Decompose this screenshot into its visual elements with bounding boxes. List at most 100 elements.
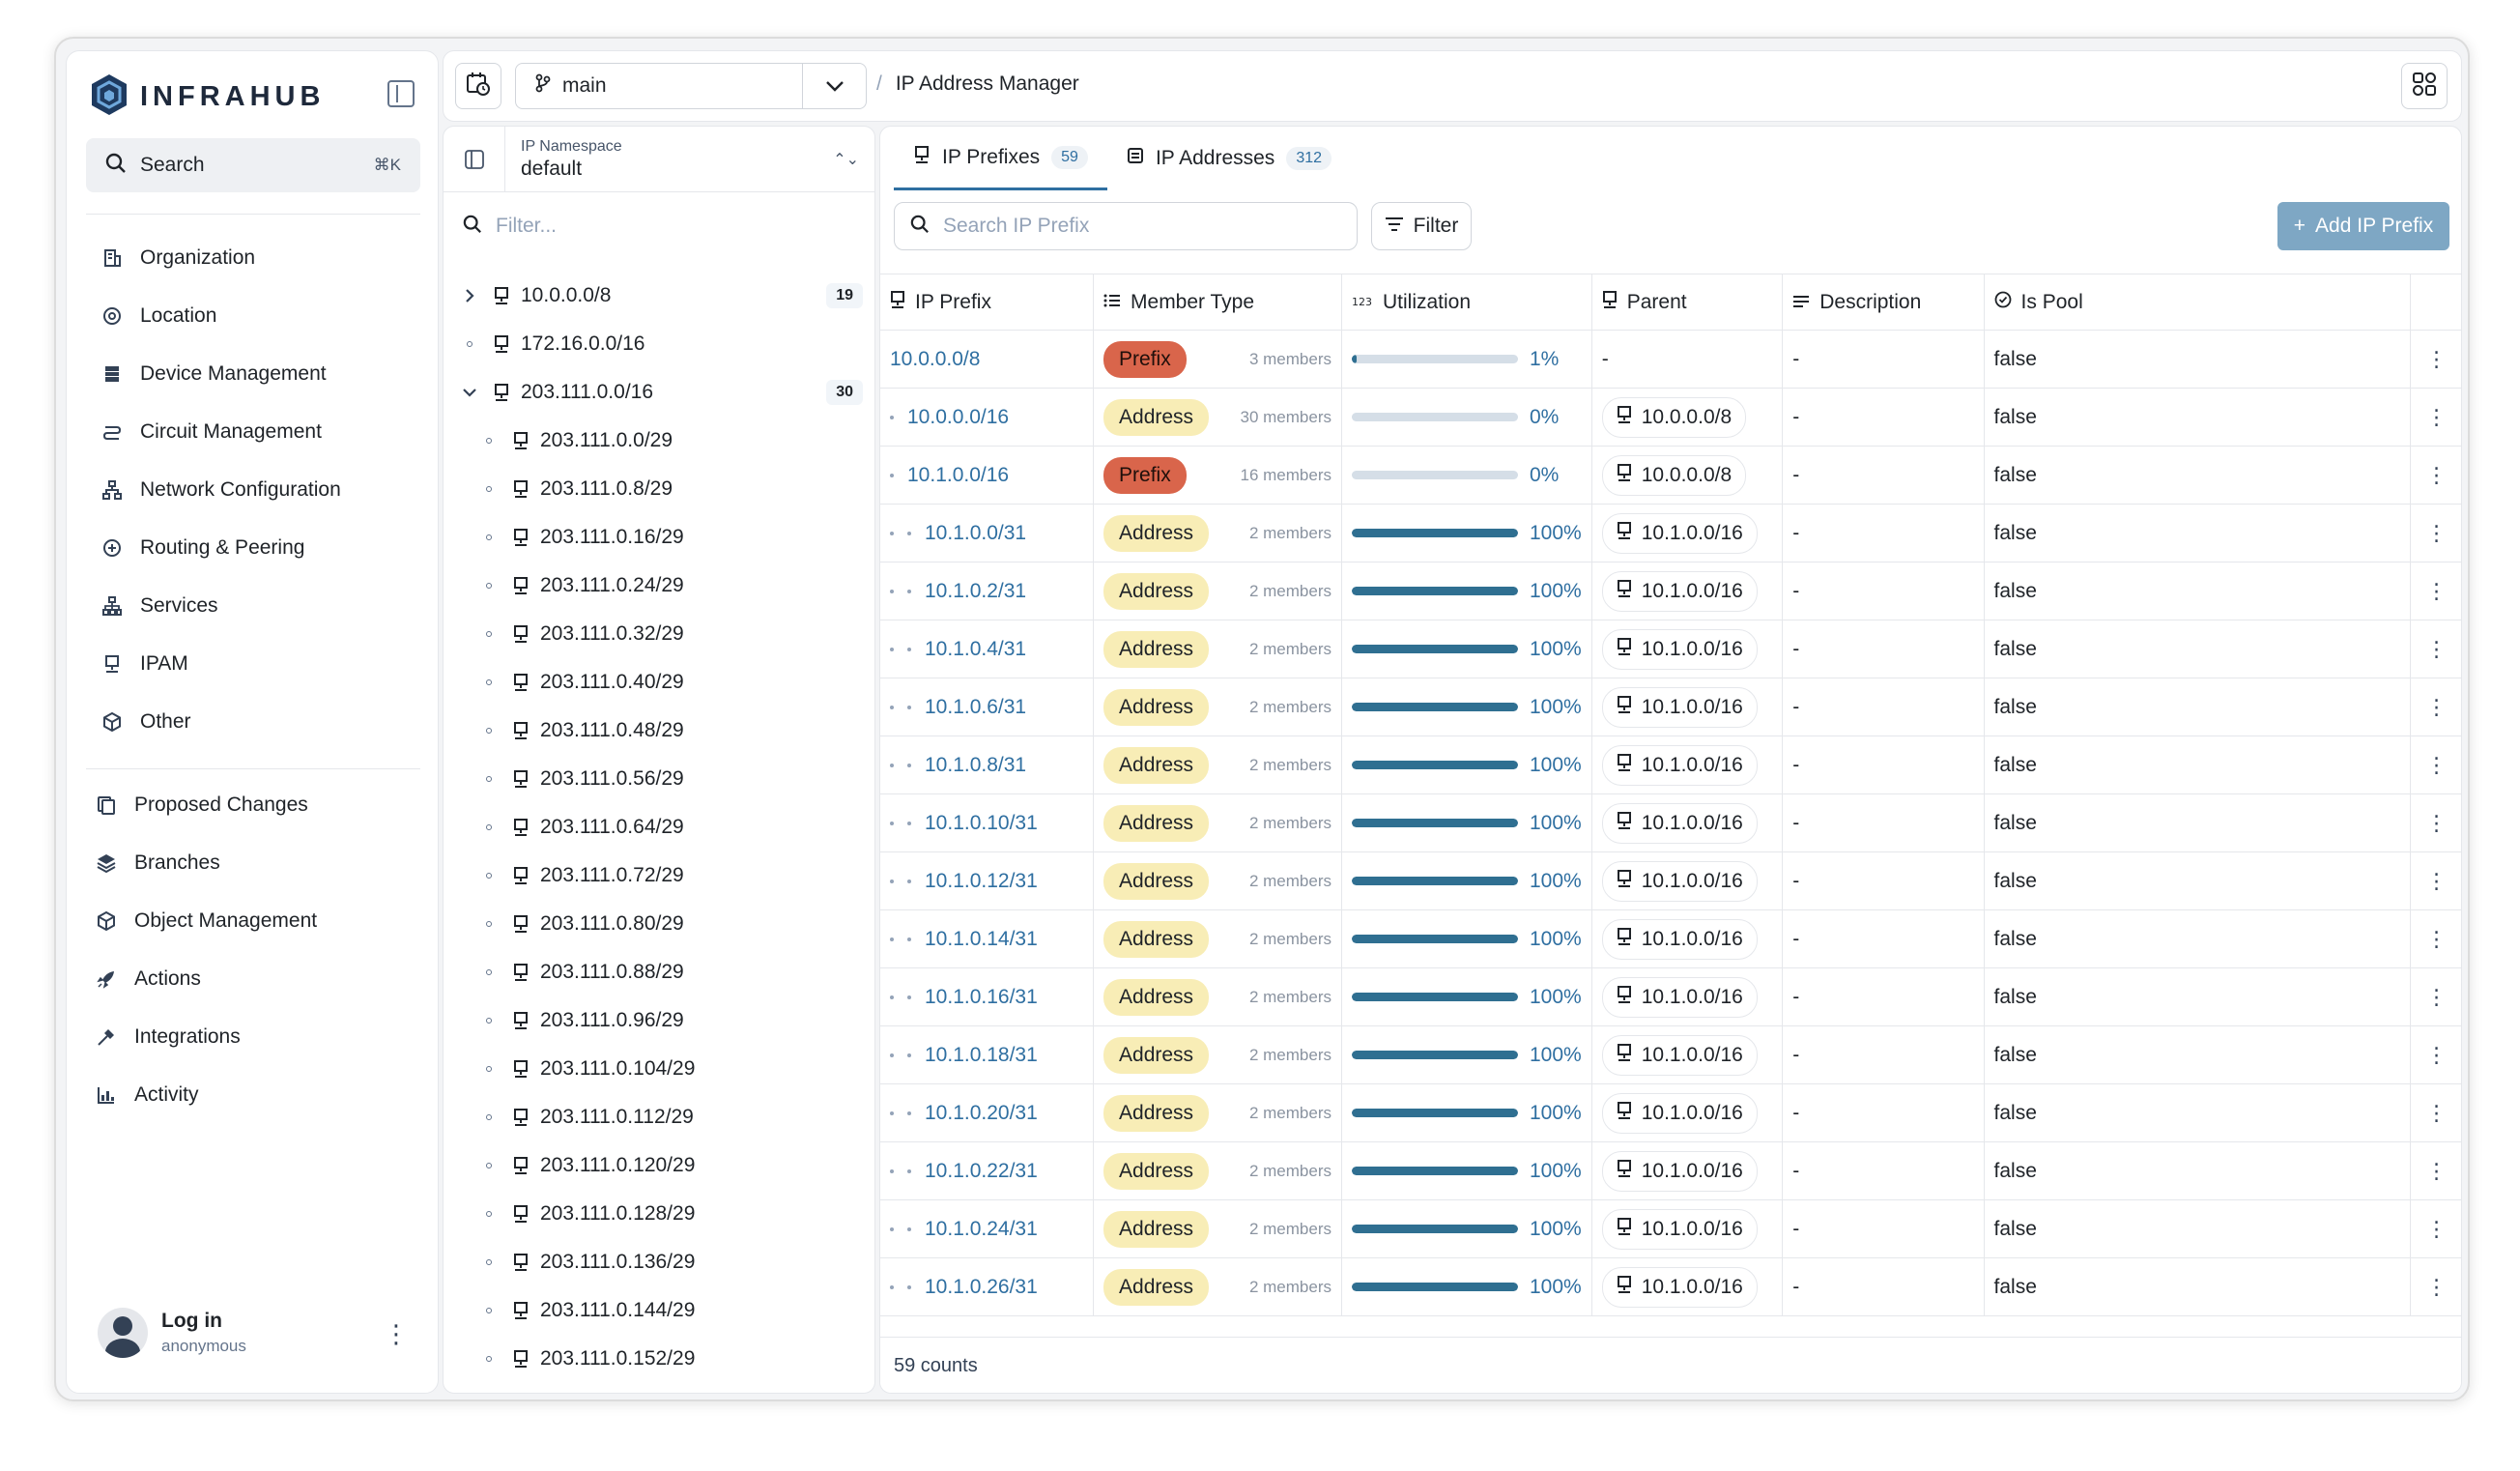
table-row[interactable]: 10.1.0.2/31 Address 2 members 100% 10.1.0.0/… — [880, 562, 2461, 620]
parent-link[interactable]: 10.1.0.0/16 — [1601, 744, 1758, 786]
parent-link[interactable]: 10.1.0.0/16 — [1601, 1034, 1758, 1076]
ip-prefix-link[interactable]: 10.1.0.12/31 — [925, 870, 1038, 892]
parent-link[interactable]: 10.1.0.0/16 — [1601, 1208, 1758, 1250]
parent-link[interactable]: 10.1.0.0/16 — [1601, 860, 1758, 902]
row-actions-icon[interactable]: ⋮ — [2410, 504, 2461, 562]
tree-node[interactable]: 203.111.0.24/29 — [444, 562, 874, 610]
cell-ip-prefix[interactable]: 10.1.0.24/31 — [880, 1199, 1095, 1258]
cell-ip-prefix[interactable]: 10.0.0.0/8 — [880, 330, 1095, 389]
tree-node[interactable]: 203.111.0.96/29 — [444, 996, 874, 1045]
cell-ip-prefix[interactable]: 10.1.0.8/31 — [880, 736, 1095, 794]
ip-prefix-link[interactable]: 10.1.0.14/31 — [925, 928, 1038, 950]
table-row[interactable]: 10.0.0.0/8 Prefix 3 members 1% - - false ⋮ — [880, 330, 2461, 389]
sidebar-item-ipam[interactable]: IPAM — [101, 635, 341, 693]
tree-node[interactable]: 203.111.0.144/29 — [444, 1286, 874, 1335]
tree-node[interactable]: 203.111.0.120/29 — [444, 1141, 874, 1190]
tree-node[interactable]: 203.111.0.8/29 — [444, 465, 874, 513]
table-row[interactable]: 10.1.0.16/31 Address 2 members 100% 10.1.0.0… — [880, 967, 2461, 1026]
row-actions-icon[interactable]: ⋮ — [2410, 1025, 2461, 1084]
branch-selector[interactable]: main — [515, 63, 867, 109]
table-row[interactable]: 10.1.0.8/31 Address 2 members 100% 10.1.0.0/… — [880, 736, 2461, 794]
row-actions-icon[interactable]: ⋮ — [2410, 678, 2461, 736]
parent-link[interactable]: 10.1.0.0/16 — [1601, 570, 1758, 612]
cell-ip-prefix[interactable]: 10.1.0.4/31 — [880, 620, 1095, 678]
column-header-is-pool[interactable]: Is Pool — [1984, 274, 2412, 331]
column-header-member-type[interactable]: Member Type — [1093, 274, 1342, 331]
row-actions-icon[interactable]: ⋮ — [2410, 620, 2461, 678]
cell-ip-prefix[interactable]: 10.1.0.18/31 — [880, 1025, 1095, 1084]
cell-ip-prefix[interactable]: 10.1.0.14/31 — [880, 909, 1095, 968]
table-row[interactable]: 10.1.0.0/16 Prefix 16 members 0% 10.0.0.0/8 -… — [880, 446, 2461, 505]
ip-prefix-link[interactable]: 10.1.0.24/31 — [925, 1218, 1038, 1240]
cell-ip-prefix[interactable]: 10.0.0.0/16 — [880, 388, 1095, 447]
table-row[interactable]: 10.1.0.6/31 Address 2 members 100% 10.1.0.0/… — [880, 678, 2461, 736]
collapse-sidebar-icon[interactable] — [387, 80, 415, 107]
tab-ip-prefixes[interactable]: IP Prefixes 59 — [894, 127, 1107, 190]
sidebar-item-network-configuration[interactable]: Network Configuration — [101, 461, 341, 519]
row-actions-icon[interactable]: ⋮ — [2410, 330, 2461, 389]
table-row[interactable]: 10.1.0.12/31 Address 2 members 100% 10.1.0.0… — [880, 851, 2461, 910]
ip-prefix-link[interactable]: 10.1.0.2/31 — [925, 580, 1026, 602]
parent-link[interactable]: 10.0.0.0/8 — [1601, 396, 1747, 438]
chevron-down-icon[interactable] — [802, 64, 866, 108]
sidebar-item-other[interactable]: Other — [101, 693, 341, 751]
tree-node[interactable]: 203.111.0.32/29 — [444, 610, 874, 658]
table-row[interactable]: 10.1.0.10/31 Address 2 members 100% 10.1.0.0… — [880, 793, 2461, 852]
row-actions-icon[interactable]: ⋮ — [2410, 1199, 2461, 1258]
parent-link[interactable]: 10.1.0.0/16 — [1601, 1266, 1758, 1308]
row-actions-icon[interactable]: ⋮ — [2410, 1257, 2461, 1316]
sidebar-item-proposed-changes[interactable]: Proposed Changes — [96, 776, 317, 834]
cell-ip-prefix[interactable]: 10.1.0.10/31 — [880, 793, 1095, 852]
parent-link[interactable]: 10.1.0.0/16 — [1601, 1150, 1758, 1192]
ip-prefix-link[interactable]: 10.1.0.0/16 — [907, 464, 1009, 486]
table-row[interactable]: 10.0.0.0/16 Address 30 members 0% 10.0.0.0/8… — [880, 388, 2461, 447]
parent-link[interactable]: 10.1.0.0/16 — [1601, 512, 1758, 554]
sidebar-item-services[interactable]: Services — [101, 577, 341, 635]
cell-ip-prefix[interactable]: 10.1.0.26/31 — [880, 1257, 1095, 1316]
cell-ip-prefix[interactable]: 10.1.0.16/31 — [880, 967, 1095, 1026]
table-row[interactable]: 10.1.0.18/31 Address 2 members 100% 10.1.0.0… — [880, 1025, 2461, 1084]
table-row[interactable]: 10.1.0.4/31 Address 2 members 100% 10.1.0.0/… — [880, 620, 2461, 678]
sidebar-item-organization[interactable]: Organization — [101, 229, 341, 287]
cell-ip-prefix[interactable]: 10.1.0.0/16 — [880, 446, 1095, 505]
cell-ip-prefix[interactable]: 10.1.0.12/31 — [880, 851, 1095, 910]
tree-node[interactable]: 203.111.0.48/29 — [444, 707, 874, 755]
tree-node[interactable]: 203.111.0.152/29 — [444, 1335, 874, 1383]
chevron-down-icon[interactable] — [459, 388, 480, 397]
filter-button[interactable]: Filter — [1371, 202, 1472, 250]
chevron-right-icon[interactable] — [459, 288, 480, 303]
prefix-search-input[interactable] — [943, 215, 1330, 238]
column-header-utilization[interactable]: 123 Utilization — [1341, 274, 1592, 331]
tree-node[interactable]: 203.111.0.0/29 — [444, 417, 874, 465]
table-row[interactable]: 10.1.0.0/31 Address 2 members 100% 10.1.0.0/… — [880, 504, 2461, 562]
table-row[interactable]: 10.1.0.24/31 Address 2 members 100% 10.1.0.0… — [880, 1199, 2461, 1258]
tree-node[interactable]: 172.16.0.0/16 — [444, 320, 874, 368]
prefix-search[interactable] — [894, 202, 1358, 250]
ip-prefix-link[interactable]: 10.1.0.26/31 — [925, 1276, 1038, 1298]
sidebar-item-routing-and-peering[interactable]: Routing & Peering — [101, 519, 341, 577]
table-row[interactable]: 10.1.0.14/31 Address 2 members 100% 10.1.0.0… — [880, 909, 2461, 968]
ip-prefix-link[interactable]: 10.0.0.0/16 — [907, 406, 1009, 428]
cell-ip-prefix[interactable]: 10.1.0.20/31 — [880, 1083, 1095, 1142]
logo[interactable]: INFRAHUB — [90, 72, 325, 122]
column-header-parent[interactable]: Parent — [1591, 274, 1784, 331]
parent-link[interactable]: 10.1.0.0/16 — [1601, 628, 1758, 670]
tree-node[interactable]: 203.111.0.136/29 — [444, 1238, 874, 1286]
ip-prefix-link[interactable]: 10.1.0.8/31 — [925, 754, 1026, 776]
sidebar-item-device-management[interactable]: Device Management — [101, 345, 341, 403]
sidebar-item-location[interactable]: Location — [101, 287, 341, 345]
row-actions-icon[interactable]: ⋮ — [2410, 967, 2461, 1026]
tree-node[interactable]: 203.111.0.80/29 — [444, 900, 874, 948]
parent-link[interactable]: 10.1.0.0/16 — [1601, 802, 1758, 844]
row-actions-icon[interactable]: ⋮ — [2410, 793, 2461, 852]
cell-ip-prefix[interactable]: 10.1.0.6/31 — [880, 678, 1095, 736]
row-actions-icon[interactable]: ⋮ — [2410, 562, 2461, 620]
tab-ip-addresses[interactable]: IP Addresses 312 — [1107, 127, 1351, 190]
row-actions-icon[interactable]: ⋮ — [2410, 1083, 2461, 1142]
ip-prefix-link[interactable]: 10.1.0.20/31 — [925, 1102, 1038, 1124]
column-header-description[interactable]: Description — [1782, 274, 1985, 331]
ip-prefix-link[interactable]: 10.1.0.0/31 — [925, 522, 1026, 544]
ip-prefix-link[interactable]: 10.1.0.22/31 — [925, 1160, 1038, 1182]
parent-link[interactable]: 10.0.0.0/8 — [1601, 454, 1747, 496]
ip-prefix-link[interactable]: 10.1.0.18/31 — [925, 1044, 1038, 1066]
